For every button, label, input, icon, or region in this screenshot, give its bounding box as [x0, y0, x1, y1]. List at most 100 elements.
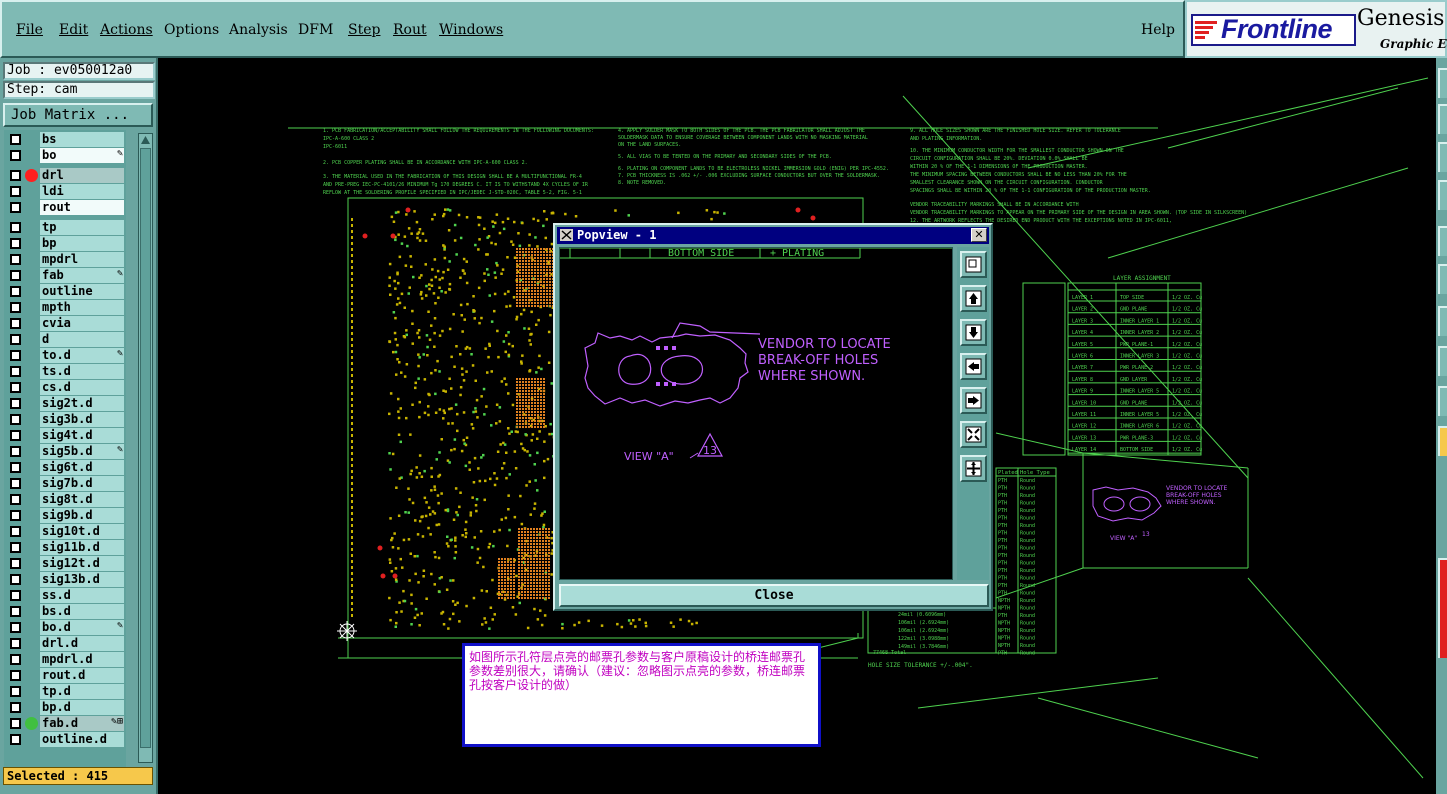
- layer-checkbox[interactable]: [10, 286, 21, 297]
- right-tool-5[interactable]: [1438, 226, 1447, 256]
- layer-checkbox[interactable]: [10, 334, 21, 345]
- layer-row-fab-d[interactable]: fab.d ✎⊞: [4, 716, 126, 731]
- layer-row-cvia[interactable]: cvia: [4, 316, 126, 331]
- menu-actions[interactable]: Actions: [100, 22, 153, 38]
- menu-rout[interactable]: Rout: [393, 22, 427, 38]
- layer-checkbox[interactable]: [10, 558, 21, 569]
- layer-checkbox[interactable]: [10, 670, 21, 681]
- layer-checkbox[interactable]: [10, 398, 21, 409]
- zoom-fit-button[interactable]: [960, 421, 987, 448]
- layer-checkbox[interactable]: [10, 150, 21, 161]
- layer-row-rout[interactable]: rout: [4, 200, 126, 215]
- layer-checkbox[interactable]: [10, 462, 21, 473]
- layer-checkbox[interactable]: [10, 574, 21, 585]
- layer-checkbox[interactable]: [10, 622, 21, 633]
- layer-checkbox[interactable]: [10, 170, 21, 181]
- pan-up-button[interactable]: [960, 285, 987, 312]
- menu-step[interactable]: Step: [348, 22, 380, 38]
- layer-row-sig7b-d[interactable]: sig7b.d: [4, 476, 126, 491]
- layer-row-sig5b-d[interactable]: sig5b.d ✎: [4, 444, 126, 459]
- scrollbar-thumb[interactable]: [140, 148, 151, 748]
- right-tool-4[interactable]: [1438, 180, 1447, 210]
- job-matrix-button[interactable]: Job Matrix ...: [3, 103, 153, 127]
- layer-row-sig4t-d[interactable]: sig4t.d: [4, 428, 126, 443]
- layer-row-sig9b-d[interactable]: sig9b.d: [4, 508, 126, 523]
- layer-checkbox[interactable]: [10, 590, 21, 601]
- layer-checkbox[interactable]: [10, 494, 21, 505]
- layer-row-sig6t-d[interactable]: sig6t.d: [4, 460, 126, 475]
- layer-checkbox[interactable]: [10, 202, 21, 213]
- menu-analysis[interactable]: Analysis: [229, 22, 288, 38]
- layer-checkbox[interactable]: [10, 478, 21, 489]
- layer-checkbox[interactable]: [10, 382, 21, 393]
- layer-checkbox[interactable]: [10, 718, 21, 729]
- menu-edit[interactable]: Edit: [59, 22, 88, 38]
- right-tool-7[interactable]: [1438, 306, 1447, 336]
- layer-checkbox[interactable]: [10, 414, 21, 425]
- popview-close-button[interactable]: Close: [559, 584, 989, 607]
- layer-checkbox[interactable]: [10, 318, 21, 329]
- layer-checkbox[interactable]: [10, 606, 21, 617]
- menu-windows[interactable]: Windows: [439, 22, 503, 38]
- layer-checkbox[interactable]: [10, 446, 21, 457]
- layer-checkbox[interactable]: [10, 134, 21, 145]
- right-tool-10[interactable]: [1438, 426, 1447, 456]
- layer-checkbox[interactable]: [10, 430, 21, 441]
- layer-checkbox[interactable]: [10, 270, 21, 281]
- layer-row-bs-d[interactable]: bs.d: [4, 604, 126, 619]
- layer-row-sig13b-d[interactable]: sig13b.d: [4, 572, 126, 587]
- layer-row-d[interactable]: d: [4, 332, 126, 347]
- popview-canvas[interactable]: BOTTOM SIDE + PLATING VENDOR TO LOCATE B…: [559, 247, 953, 580]
- pan-down-button[interactable]: [960, 319, 987, 346]
- layer-row-ss-d[interactable]: ss.d: [4, 588, 126, 603]
- layer-checkbox[interactable]: [10, 254, 21, 265]
- layer-checkbox[interactable]: [10, 186, 21, 197]
- layer-checkbox[interactable]: [10, 366, 21, 377]
- right-tool-2[interactable]: [1438, 104, 1447, 134]
- menu-file[interactable]: File: [16, 22, 43, 38]
- layer-row-mpdrl[interactable]: mpdrl: [4, 252, 126, 267]
- layer-row-outline-d[interactable]: outline.d: [4, 732, 126, 747]
- layer-checkbox[interactable]: [10, 686, 21, 697]
- layer-row-outline[interactable]: outline: [4, 284, 126, 299]
- layer-row-drl-d[interactable]: drl.d: [4, 636, 126, 651]
- layer-row-ts-d[interactable]: ts.d: [4, 364, 126, 379]
- layer-checkbox[interactable]: [10, 238, 21, 249]
- layer-row-bp-d[interactable]: bp.d: [4, 700, 126, 715]
- layer-checkbox[interactable]: [10, 702, 21, 713]
- layer-checkbox[interactable]: [10, 734, 21, 745]
- menu-dfm[interactable]: DFM: [298, 22, 333, 38]
- layer-checkbox[interactable]: [10, 222, 21, 233]
- layer-row-ldi[interactable]: ldi: [4, 184, 126, 199]
- menu-help[interactable]: Help: [1141, 22, 1175, 38]
- layer-row-drl[interactable]: drl: [4, 168, 126, 183]
- layer-row-sig3b-d[interactable]: sig3b.d: [4, 412, 126, 427]
- layer-row-sig12t-d[interactable]: sig12t.d: [4, 556, 126, 571]
- layer-row-sig10t-d[interactable]: sig10t.d: [4, 524, 126, 539]
- right-tool-6[interactable]: [1438, 264, 1447, 294]
- menu-options[interactable]: Options: [164, 22, 219, 38]
- layer-checkbox[interactable]: [10, 510, 21, 521]
- zoom-home-button[interactable]: [960, 455, 987, 482]
- layer-row-sig8t-d[interactable]: sig8t.d: [4, 492, 126, 507]
- layer-row-tp[interactable]: tp: [4, 220, 126, 235]
- layer-list-scrollbar[interactable]: [138, 133, 153, 763]
- layer-row-mpth[interactable]: mpth: [4, 300, 126, 315]
- layer-row-bp[interactable]: bp: [4, 236, 126, 251]
- layer-checkbox[interactable]: [10, 526, 21, 537]
- layer-row-bs[interactable]: bs: [4, 132, 126, 147]
- layer-row-mpdrl-d[interactable]: mpdrl.d: [4, 652, 126, 667]
- right-tool-1[interactable]: [1438, 68, 1447, 98]
- layer-row-bo[interactable]: bo ✎: [4, 148, 126, 163]
- layer-checkbox[interactable]: [10, 638, 21, 649]
- layer-row-sig11b-d[interactable]: sig11b.d: [4, 540, 126, 555]
- right-tool-8[interactable]: [1438, 346, 1447, 376]
- layer-checkbox[interactable]: [10, 542, 21, 553]
- popview-titlebar[interactable]: Popview - 1 ✕: [557, 227, 989, 244]
- layer-checkbox[interactable]: [10, 654, 21, 665]
- layer-row-cs-d[interactable]: cs.d: [4, 380, 126, 395]
- right-tool-3[interactable]: [1438, 142, 1447, 172]
- layer-row-to-d[interactable]: to.d ✎: [4, 348, 126, 363]
- pan-left-button[interactable]: [960, 353, 987, 380]
- layer-row-rout-d[interactable]: rout.d: [4, 668, 126, 683]
